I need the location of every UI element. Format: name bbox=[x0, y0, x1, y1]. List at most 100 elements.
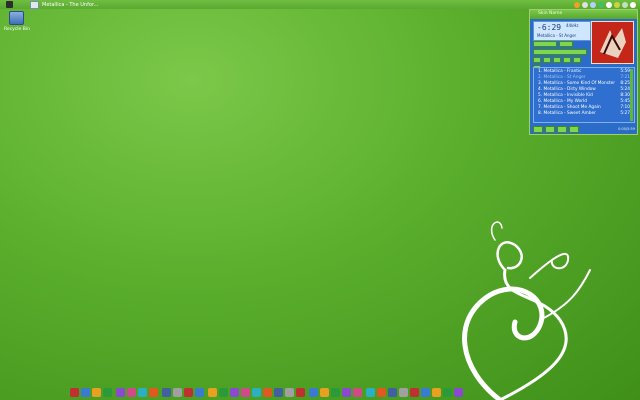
playlist: 1. Metallica - Frantic 5:59 2. Metallica… bbox=[533, 67, 635, 123]
dock-app-icon[interactable] bbox=[296, 387, 305, 397]
dock-app-icon[interactable] bbox=[162, 387, 171, 397]
playlist-remove-button[interactable] bbox=[545, 125, 555, 133]
dock-app-icon[interactable] bbox=[116, 387, 125, 397]
player-title: Skin Name bbox=[538, 11, 563, 16]
playlist-misc-button[interactable] bbox=[569, 125, 579, 133]
track-index: 1. bbox=[538, 69, 543, 74]
time-display[interactable]: -6:29 bbox=[537, 23, 561, 32]
dock-app-icon[interactable] bbox=[285, 387, 294, 397]
dock-app-icon[interactable] bbox=[377, 387, 386, 397]
album-art bbox=[591, 21, 634, 64]
dock-app-icon[interactable] bbox=[331, 387, 340, 397]
recycle-bin-icon bbox=[8, 11, 24, 25]
dock-app-icon[interactable] bbox=[173, 387, 182, 397]
window-icon bbox=[30, 0, 39, 9]
track-duration: 5:59 bbox=[620, 69, 630, 74]
track-index: 4. bbox=[538, 87, 543, 92]
dock-app-icon[interactable] bbox=[219, 387, 228, 397]
dock-app-icon[interactable] bbox=[103, 387, 112, 397]
seek-bar[interactable] bbox=[533, 49, 587, 55]
dock-app-icon[interactable] bbox=[443, 387, 452, 397]
playlist-time: 0:00/5:59 bbox=[618, 127, 635, 131]
next-button[interactable] bbox=[573, 57, 581, 63]
track-index: 8. bbox=[538, 111, 543, 116]
tray-icon[interactable] bbox=[598, 1, 604, 8]
track-duration: 8:30 bbox=[620, 93, 630, 98]
dock-app-icon[interactable] bbox=[70, 387, 79, 397]
player-display: -6:29 44kHz Metallica - St Anger bbox=[533, 21, 591, 41]
st-anger-cover-icon bbox=[592, 22, 633, 63]
track-duration: 7:21 bbox=[620, 75, 630, 80]
bitrate-display: 44kHz bbox=[566, 23, 579, 28]
recycle-bin-shortcut[interactable]: Recycle Bin bbox=[4, 11, 30, 32]
dock-app-icon[interactable] bbox=[81, 387, 90, 397]
track-index: 3. bbox=[538, 81, 543, 86]
dock-app-icon[interactable] bbox=[241, 387, 250, 397]
dock-group bbox=[70, 387, 112, 397]
now-playing-text: Metallica - St Anger bbox=[537, 33, 577, 38]
dock-app-icon[interactable] bbox=[399, 387, 408, 397]
track-duration: 5:24 bbox=[620, 87, 630, 92]
dock-app-icon[interactable] bbox=[195, 387, 204, 397]
tray-icon[interactable] bbox=[622, 1, 628, 8]
dock-app-icon[interactable] bbox=[388, 387, 397, 397]
dock-app-icon[interactable] bbox=[274, 387, 283, 397]
track-index: 5. bbox=[538, 93, 543, 98]
dock-app-icon[interactable] bbox=[432, 387, 441, 397]
volume-slider[interactable] bbox=[533, 41, 557, 47]
previous-button[interactable] bbox=[533, 57, 541, 63]
track-title: Metallica - St Anger bbox=[543, 75, 586, 80]
dock-group bbox=[366, 387, 463, 397]
wallpaper-swirl-art bbox=[462, 221, 591, 400]
dock-group bbox=[116, 387, 158, 397]
dock-app-icon[interactable] bbox=[320, 387, 329, 397]
dock bbox=[70, 385, 575, 399]
tray-icon[interactable] bbox=[574, 1, 580, 8]
dock-app-icon[interactable] bbox=[184, 387, 193, 397]
track-title: Metallica - Dirty Window bbox=[543, 87, 596, 92]
dock-app-icon[interactable] bbox=[353, 387, 362, 397]
dock-app-icon[interactable] bbox=[421, 387, 430, 397]
stop-button[interactable] bbox=[563, 57, 571, 63]
track-title: Metallica - Some Kind Of Monster bbox=[543, 81, 616, 86]
dock-app-icon[interactable] bbox=[309, 387, 318, 397]
tray-icon[interactable] bbox=[614, 1, 620, 8]
pause-button[interactable] bbox=[553, 57, 561, 63]
tray-icon[interactable] bbox=[630, 1, 636, 8]
dock-group bbox=[162, 387, 204, 397]
dock-app-icon[interactable] bbox=[454, 387, 463, 397]
tray-icon[interactable] bbox=[590, 1, 596, 8]
media-player-window: Skin Name -6:29 44kHz Metallica - St Ang… bbox=[529, 9, 638, 135]
playlist-add-button[interactable] bbox=[533, 125, 543, 133]
track-duration: 5:27 bbox=[620, 111, 630, 116]
dock-app-icon[interactable] bbox=[127, 387, 136, 397]
taskbar-window-button[interactable]: Metallica - The Unfor... bbox=[30, 0, 98, 9]
dock-app-icon[interactable] bbox=[138, 387, 147, 397]
playlist-toolbar: 0:00/5:59 bbox=[533, 125, 635, 133]
tray-icon[interactable] bbox=[606, 1, 612, 8]
play-button[interactable] bbox=[543, 57, 551, 63]
app-menu-icon[interactable] bbox=[6, 1, 13, 8]
track-index: 2. bbox=[538, 75, 543, 80]
dock-app-icon[interactable] bbox=[342, 387, 351, 397]
dock-app-icon[interactable] bbox=[230, 387, 239, 397]
playlist-select-button[interactable] bbox=[557, 125, 567, 133]
player-titlebar[interactable]: Skin Name bbox=[530, 10, 637, 19]
tray-icon[interactable] bbox=[582, 1, 588, 8]
track-index: 7. bbox=[538, 105, 543, 110]
track-title: Metallica - Sweet Amber bbox=[543, 111, 596, 116]
dock-app-icon[interactable] bbox=[149, 387, 158, 397]
dock-app-icon[interactable] bbox=[252, 387, 261, 397]
playlist-scrollbar[interactable] bbox=[630, 69, 633, 121]
track-title: Metallica - My World bbox=[543, 99, 587, 104]
playlist-row[interactable]: 8. Metallica - Sweet Amber 5:27 bbox=[538, 111, 632, 117]
desktop-icon-label: Recycle Bin bbox=[4, 27, 30, 32]
dock-app-icon[interactable] bbox=[92, 387, 101, 397]
dock-group bbox=[208, 387, 305, 397]
dock-app-icon[interactable] bbox=[410, 387, 419, 397]
dock-app-icon[interactable] bbox=[366, 387, 375, 397]
balance-slider[interactable] bbox=[559, 41, 573, 47]
dock-app-icon[interactable] bbox=[208, 387, 217, 397]
track-title: Metallica - Shoot Me Again bbox=[543, 105, 601, 110]
dock-app-icon[interactable] bbox=[263, 387, 272, 397]
